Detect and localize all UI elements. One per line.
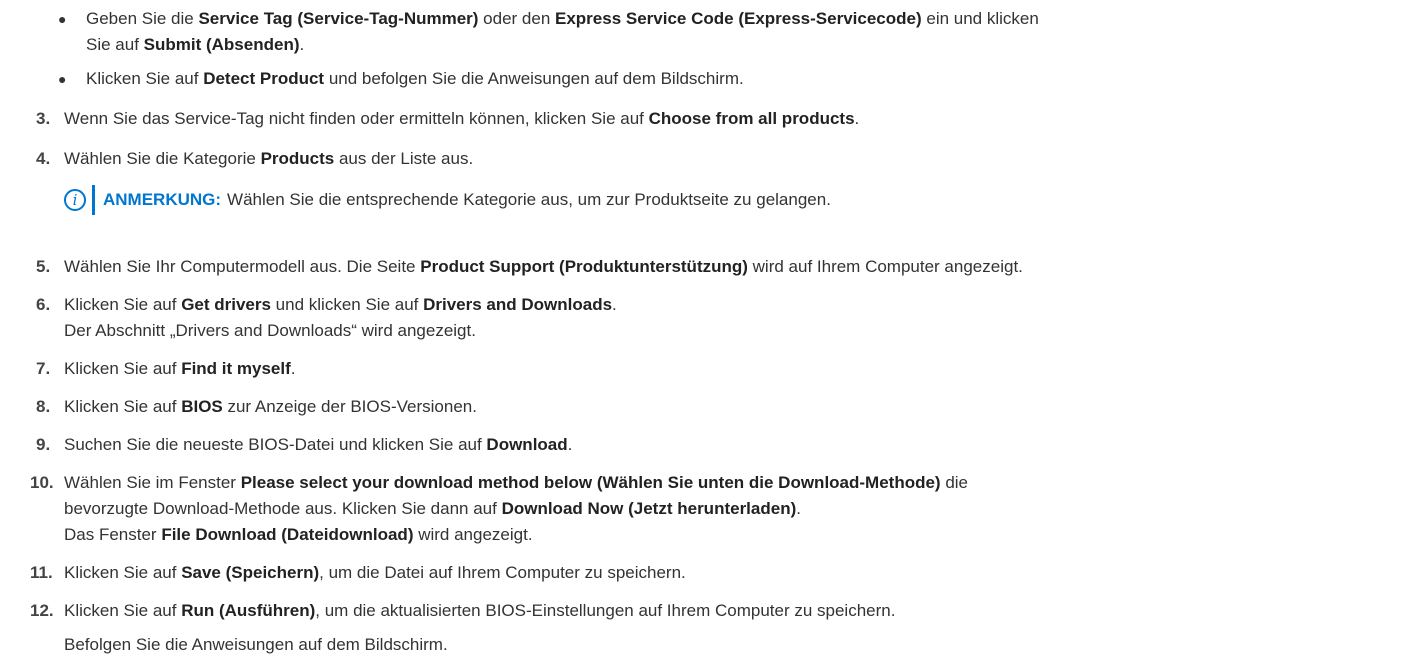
step-number: 3.: [36, 109, 51, 128]
info-icon: i: [64, 189, 86, 211]
step-text: Wählen Sie im Fenster Please select your…: [64, 473, 969, 492]
note-label: ANMERKUNG:: [103, 190, 222, 209]
step-text: Klicken Sie auf Get drivers und klicken …: [64, 295, 617, 314]
step-number: 7.: [36, 359, 51, 378]
step-text: Wenn Sie das Service-Tag nicht finden od…: [64, 109, 860, 128]
step-text: Wählen Sie die Kategorie Products aus de…: [64, 149, 474, 168]
note-text: Wählen Sie die entsprechende Kategorie a…: [227, 190, 831, 209]
step-text: Klicken Sie auf Save (Speichern), um die…: [64, 563, 686, 582]
note-box: i ANMERKUNG: Wählen Sie die entsprechend…: [64, 185, 831, 215]
step-number: 6.: [36, 295, 51, 314]
bullet-text: Geben Sie die Service Tag (Service-Tag-N…: [86, 9, 1039, 28]
bullet-dot: ●: [58, 71, 67, 87]
bullet-dot: ●: [58, 11, 67, 27]
document-page: ● Geben Sie die Service Tag (Service-Tag…: [30, 9, 1039, 654]
bullet-text: Klicken Sie auf Detect Product und befol…: [86, 69, 744, 88]
step-number: 11.: [30, 563, 53, 582]
note-divider: [92, 185, 95, 215]
step-number: 10.: [30, 473, 54, 492]
step-number: 9.: [36, 435, 51, 454]
step-text: Klicken Sie auf Run (Ausführen), um die …: [64, 601, 896, 620]
step-number: 8.: [36, 397, 51, 416]
step-number: 5.: [36, 257, 51, 276]
step-number: 4.: [36, 149, 51, 168]
step-text: Klicken Sie auf Find it myself.: [64, 359, 296, 378]
step-text: Wählen Sie Ihr Computermodell aus. Die S…: [64, 257, 1023, 276]
step-text: Suchen Sie die neueste BIOS-Datei und kl…: [64, 435, 573, 454]
step-number: 12.: [30, 601, 54, 620]
step-text: Klicken Sie auf BIOS zur Anzeige der BIO…: [64, 397, 477, 416]
